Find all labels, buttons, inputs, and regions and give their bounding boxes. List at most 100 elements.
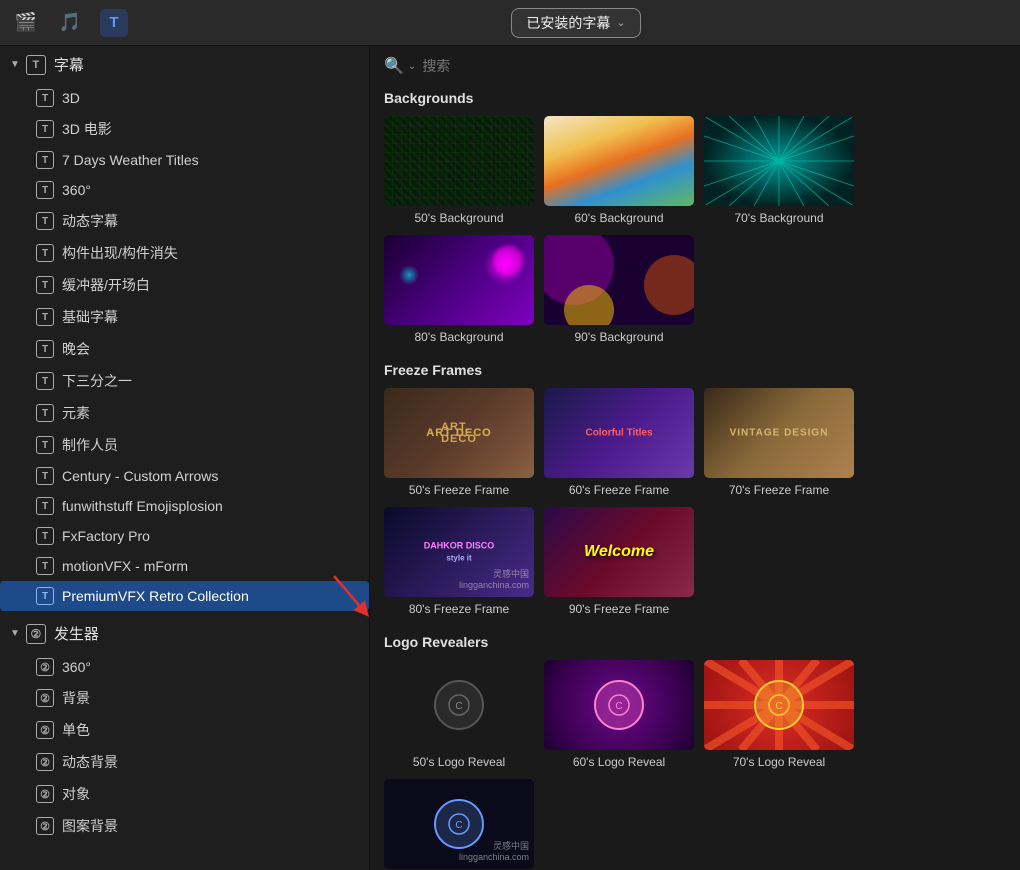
sidebar-item-premiumvfx[interactable]: T PremiumVFX Retro Collection	[0, 581, 369, 611]
freeze-frames-heading: Freeze Frames	[384, 362, 1006, 378]
sidebar-item-century[interactable]: T Century - Custom Arrows	[0, 461, 369, 491]
item-label-party: 晚会	[62, 339, 90, 359]
triangle-icon: ▼	[10, 59, 20, 70]
item-icon-premiumvfx: T	[36, 587, 54, 605]
item-icon-3d: T	[36, 89, 54, 107]
watermark-80s-freeze: 灵感中国 lingganchina.com	[459, 569, 529, 592]
sidebar-item-360[interactable]: T 360°	[0, 175, 369, 205]
search-icon: 🔍	[384, 56, 404, 76]
backgrounds-grid: 50's Background 60's Background	[384, 116, 1006, 344]
sidebar-item-basic[interactable]: T 基础字幕	[0, 301, 369, 333]
item-icon-gen-object: ②	[36, 785, 54, 803]
thumb-img-50s-freeze: ART DECO	[384, 388, 534, 478]
search-chevron-icon: ⌄	[408, 61, 416, 72]
thumb-90s-freeze[interactable]: Welcome 90's Freeze Frame	[544, 507, 694, 616]
label-50s-freeze: 50's Freeze Frame	[409, 483, 509, 497]
thumb-img-80s-background	[384, 235, 534, 325]
chevron-icon: ⌄	[616, 16, 625, 29]
movies-icon[interactable]: 🎬	[12, 9, 40, 37]
music-icon[interactable]: 🎵	[56, 9, 84, 37]
item-label-3d-movie: 3D 电影	[62, 119, 112, 139]
sidebar-item-gen-bg[interactable]: ② 背景	[0, 682, 369, 714]
sidebar-item-gen-solid[interactable]: ② 单色	[0, 714, 369, 746]
sidebar-item-emoji[interactable]: T funwithstuff Emojisplosion	[0, 491, 369, 521]
backgrounds-heading: Backgrounds	[384, 90, 1006, 106]
thumb-60s-freeze[interactable]: Colorful Titles 60's Freeze Frame	[544, 388, 694, 497]
toolbar-center: 已安装的字幕 ⌄	[144, 8, 1008, 38]
item-label-basic: 基础字幕	[62, 307, 118, 327]
sidebar-item-3d-movie[interactable]: T 3D 电影	[0, 113, 369, 145]
thumb-img-50s-logo: C	[384, 660, 534, 750]
right-panel: 🔍 ⌄ Backgrounds 50's Background 60's Bac…	[370, 46, 1020, 870]
sidebar-item-3d[interactable]: T 3D	[0, 83, 369, 113]
thumb-img-70s-background	[704, 116, 854, 206]
logo-revealers-heading: Logo Revealers	[384, 634, 1006, 650]
toolbar: 🎬 🎵 T 已安装的字幕 ⌄	[0, 0, 1020, 46]
sidebar-generators-header[interactable]: ▼ ② 发生器	[0, 615, 369, 652]
sidebar-item-gen-object[interactable]: ② 对象	[0, 778, 369, 810]
label-70s-background: 70's Background	[734, 211, 823, 225]
thumb-80s-logo[interactable]: C 灵感中国 lingganchina.com 80's Logo Reveal	[384, 779, 534, 870]
label-80s-freeze: 80's Freeze Frame	[409, 602, 509, 616]
freeze-frames-grid: ART DECO 50's Freeze Frame Colorful Titl…	[384, 388, 1006, 616]
item-icon-gen-solid: ②	[36, 721, 54, 739]
thumb-img-60s-freeze: Colorful Titles	[544, 388, 694, 478]
item-label-gen-dynamic-bg: 动态背景	[62, 752, 118, 772]
svg-text:C: C	[775, 701, 782, 712]
sidebar-item-dynamic[interactable]: T 动态字幕	[0, 205, 369, 237]
sidebar-item-lower-third[interactable]: T 下三分之一	[0, 365, 369, 397]
svg-text:C: C	[615, 701, 622, 712]
sidebar-item-gen-360[interactable]: ② 360°	[0, 652, 369, 682]
thumb-60s-logo[interactable]: C 60's Logo Reveal	[544, 660, 694, 769]
thumb-60s-background[interactable]: 60's Background	[544, 116, 694, 225]
thumb-70s-freeze[interactable]: VINTAGE DESIGN 70's Freeze Frame	[704, 388, 854, 497]
sidebar-item-elements[interactable]: T 元素	[0, 397, 369, 429]
item-label-appear: 构件出现/构件消失	[62, 243, 178, 263]
item-label-emoji: funwithstuff Emojisplosion	[62, 498, 223, 514]
item-label-lower-third: 下三分之一	[62, 371, 132, 391]
sidebar-item-appear[interactable]: T 构件出现/构件消失	[0, 237, 369, 269]
thumb-50s-background[interactable]: 50's Background	[384, 116, 534, 225]
item-icon-gen-pattern: ②	[36, 817, 54, 835]
label-70s-logo: 70's Logo Reveal	[733, 755, 825, 769]
search-input[interactable]	[422, 58, 542, 74]
main-content: ▼ T 字幕 T 3D T 3D 电影 T 7 Days Weather Tit…	[0, 46, 1020, 870]
thumb-80s-background[interactable]: 80's Background	[384, 235, 534, 344]
label-60s-background: 60's Background	[574, 211, 663, 225]
svg-text:C: C	[455, 820, 462, 831]
logo-circle-70s: C	[754, 680, 804, 730]
thumb-90s-background[interactable]: 90's Background	[544, 235, 694, 344]
sidebar-item-motionvfx[interactable]: T motionVFX - mForm	[0, 551, 369, 581]
installed-dropdown[interactable]: 已安装的字幕 ⌄	[511, 8, 640, 38]
sidebar-item-party[interactable]: T 晚会	[0, 333, 369, 365]
thumb-80s-freeze[interactable]: DAHKOR DISCOstyle it 灵感中国 lingganchina.c…	[384, 507, 534, 616]
thumb-img-80s-logo: C 灵感中国 lingganchina.com	[384, 779, 534, 869]
sidebar-item-fxfactory[interactable]: T FxFactory Pro	[0, 521, 369, 551]
sidebar-item-buffer[interactable]: T 缓冲器/开场白	[0, 269, 369, 301]
sidebar-item-gen-pattern[interactable]: ② 图案背景	[0, 810, 369, 842]
thumb-70s-logo[interactable]: C 70's Logo Reveal	[704, 660, 854, 769]
thumb-50s-freeze[interactable]: ART DECO 50's Freeze Frame	[384, 388, 534, 497]
titles-icon[interactable]: T	[100, 9, 128, 37]
logo-circle-60s: C	[594, 680, 644, 730]
sidebar-item-gen-dynamic-bg[interactable]: ② 动态背景	[0, 746, 369, 778]
item-icon-gen-bg: ②	[36, 689, 54, 707]
item-icon-appear: T	[36, 244, 54, 262]
label-50s-logo: 50's Logo Reveal	[413, 755, 505, 769]
item-icon-motionvfx: T	[36, 557, 54, 575]
item-label-gen-pattern: 图案背景	[62, 816, 118, 836]
sidebar-item-7days[interactable]: T 7 Days Weather Titles	[0, 145, 369, 175]
thumb-70s-background[interactable]: 70's Background	[704, 116, 854, 225]
label-80s-background: 80's Background	[414, 330, 503, 344]
sidebar-subtitles-header[interactable]: ▼ T 字幕	[0, 46, 369, 83]
item-icon-gen-dynamic-bg: ②	[36, 753, 54, 771]
thumb-50s-logo[interactable]: C 50's Logo Reveal	[384, 660, 534, 769]
item-icon-360: T	[36, 181, 54, 199]
sidebar-item-credits[interactable]: T 制作人员	[0, 429, 369, 461]
item-label-dynamic: 动态字幕	[62, 211, 118, 231]
item-label-elements: 元素	[62, 403, 90, 423]
item-label-3d: 3D	[62, 90, 80, 106]
item-icon-emoji: T	[36, 497, 54, 515]
generators-label: 发生器	[54, 623, 99, 644]
subtitles-label: 字幕	[54, 54, 84, 75]
